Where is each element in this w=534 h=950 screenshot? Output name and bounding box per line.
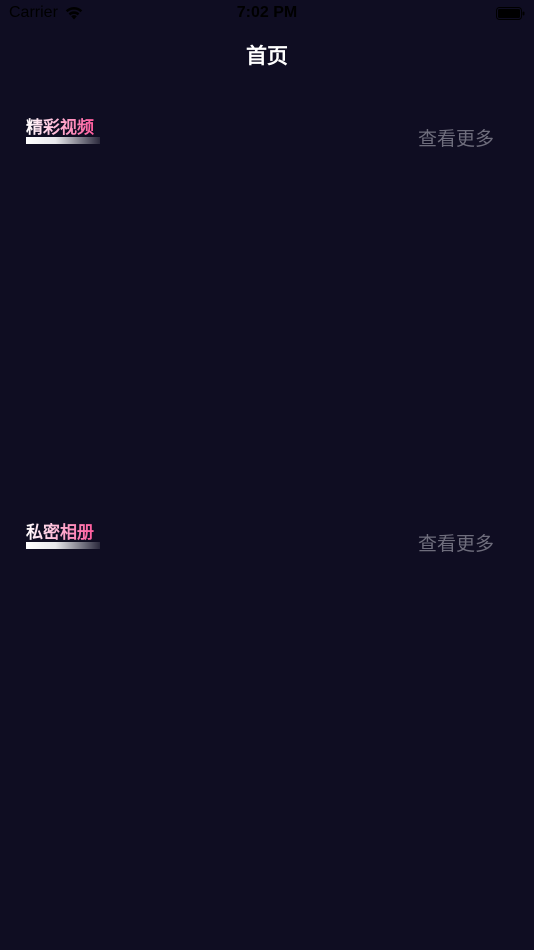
section-title-underline [26, 137, 100, 144]
section-title-albums: 私密相册 [26, 523, 100, 549]
videos-content-area [26, 160, 508, 500]
section-title-label: 私密相册 [26, 523, 94, 542]
status-time: 7:02 PM [236, 4, 298, 21]
albums-content-area [26, 565, 508, 905]
section-title-label: 精彩视频 [26, 118, 94, 137]
battery-icon [496, 7, 525, 20]
status-bar: Carrier 7:02 PM [0, 0, 534, 28]
see-more-videos-link[interactable]: 查看更多 [418, 124, 494, 151]
section-title-underline [26, 542, 100, 549]
page-title: 首页 [246, 45, 288, 68]
see-more-albums-link[interactable]: 查看更多 [418, 529, 494, 556]
section-title-videos: 精彩视频 [26, 118, 100, 144]
